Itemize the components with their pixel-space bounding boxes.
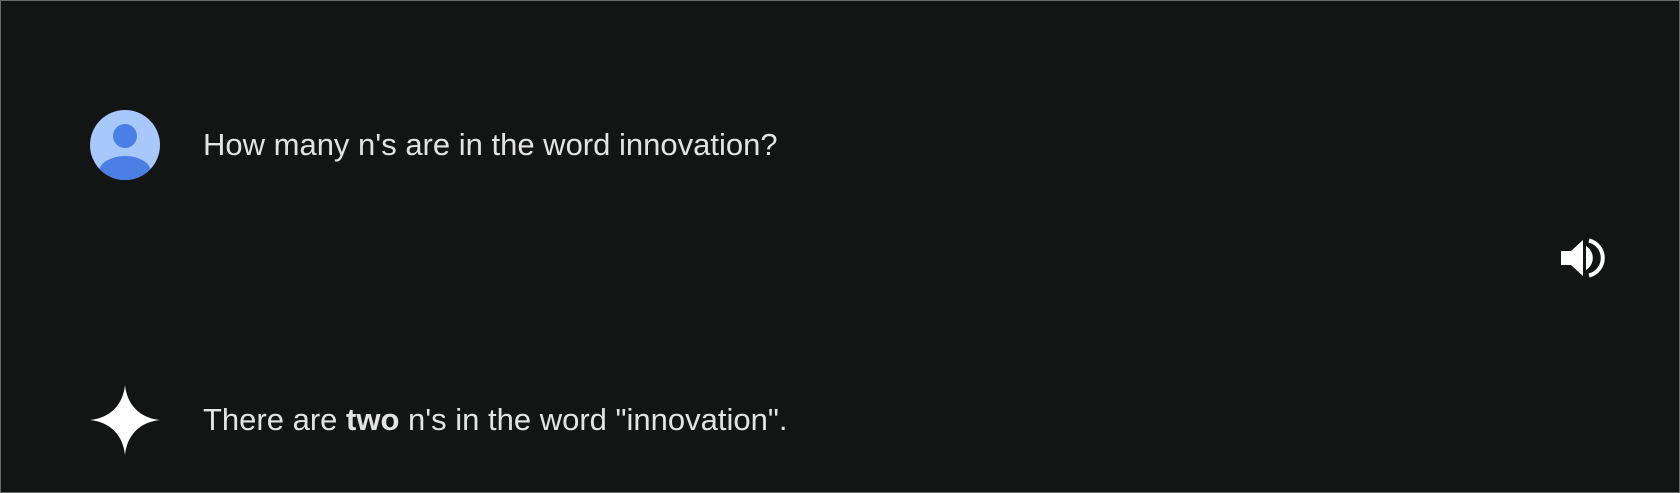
chat-window: How many n's are in the word innovation?… [0, 0, 1680, 493]
user-avatar-icon [90, 110, 160, 180]
sparkle-icon [90, 385, 160, 455]
user-message: How many n's are in the word innovation? [203, 127, 778, 162]
response-message: There are two n's in the word "innovatio… [203, 402, 787, 438]
response-prefix: There are [203, 402, 347, 437]
response-suffix: n's in the word "innovation". [399, 402, 788, 437]
speaker-icon[interactable] [1559, 237, 1605, 279]
response-emphasis: two [346, 402, 400, 437]
